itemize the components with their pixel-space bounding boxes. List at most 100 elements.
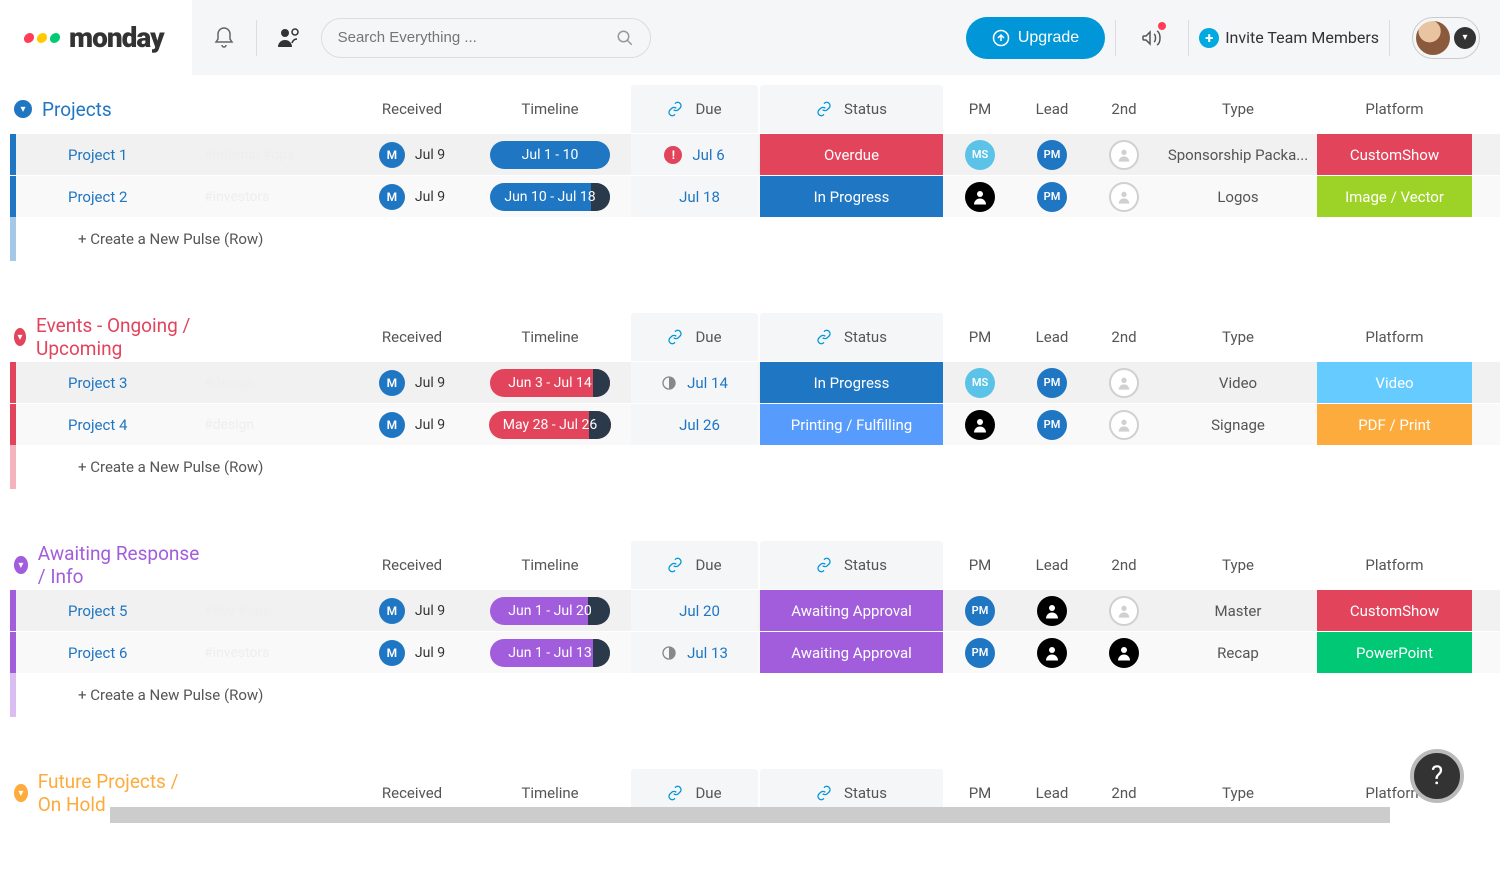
due-cell[interactable]: ! Jul 6: [631, 134, 758, 175]
pm-cell[interactable]: [945, 176, 1015, 217]
type-cell[interactable]: Recap: [1161, 632, 1315, 673]
lead-cell[interactable]: PM: [1017, 362, 1087, 403]
col-received[interactable]: Received: [354, 556, 470, 574]
upgrade-button[interactable]: Upgrade: [966, 17, 1105, 59]
group-toggle[interactable]: ▾ Events - Ongoing / Upcoming: [10, 314, 200, 360]
table-row[interactable]: Project 6 #investors M Jul 9 Jun 1 - Jul…: [10, 631, 1500, 673]
type-cell[interactable]: Sponsorship Packa...: [1161, 134, 1315, 175]
search-input[interactable]: [321, 18, 651, 58]
tags[interactable]: #investors: [200, 189, 354, 205]
people-icon[interactable]: [273, 22, 305, 54]
col-platform[interactable]: Platform: [1316, 556, 1473, 574]
col-received[interactable]: Received: [354, 328, 470, 346]
timeline-cell[interactable]: May 28 - Jul 26: [471, 404, 629, 445]
due-cell[interactable]: Jul 20: [631, 590, 758, 631]
col-2nd[interactable]: 2nd: [1088, 784, 1160, 802]
col-lead[interactable]: Lead: [1016, 784, 1088, 802]
type-cell[interactable]: Master: [1161, 590, 1315, 631]
platform-cell[interactable]: Video: [1317, 362, 1472, 403]
logo[interactable]: monday: [0, 0, 192, 75]
table-row[interactable]: Project 5 #dev #ops M Jul 9 Jun 1 - Jul …: [10, 589, 1500, 631]
received-cell[interactable]: M Jul 9: [354, 184, 470, 210]
status-cell[interactable]: In Progress: [760, 362, 943, 403]
col-pm[interactable]: PM: [944, 784, 1016, 802]
lead-cell[interactable]: [1017, 632, 1087, 673]
status-cell[interactable]: In Progress: [760, 176, 943, 217]
type-cell[interactable]: Logos: [1161, 176, 1315, 217]
pulse-name[interactable]: Project 2: [52, 188, 200, 206]
col-status[interactable]: Status: [760, 313, 943, 361]
col-type[interactable]: Type: [1160, 100, 1316, 118]
user-menu[interactable]: ▾: [1412, 17, 1480, 59]
received-cell[interactable]: M Jul 9: [354, 598, 470, 624]
status-cell[interactable]: Awaiting Approval: [760, 590, 943, 631]
platform-cell[interactable]: PDF / Print: [1317, 404, 1472, 445]
horizontal-scrollbar[interactable]: [110, 807, 1390, 823]
group-toggle[interactable]: ▾ Projects: [10, 98, 200, 121]
lead-cell[interactable]: [1017, 590, 1087, 631]
pm-cell[interactable]: MS: [945, 134, 1015, 175]
col-received[interactable]: Received: [354, 100, 470, 118]
timeline-cell[interactable]: Jun 3 - Jul 14: [471, 362, 629, 403]
tags[interactable]: #dev #ops: [200, 603, 354, 619]
status-cell[interactable]: Overdue: [760, 134, 943, 175]
col-pm[interactable]: PM: [944, 556, 1016, 574]
col-due[interactable]: Due: [631, 313, 758, 361]
lead-cell[interactable]: PM: [1017, 404, 1087, 445]
col-2nd[interactable]: 2nd: [1088, 328, 1160, 346]
second-cell[interactable]: [1089, 590, 1159, 631]
col-pm[interactable]: PM: [944, 328, 1016, 346]
tags[interactable]: #design: [200, 417, 354, 433]
type-cell[interactable]: Signage: [1161, 404, 1315, 445]
col-platform[interactable]: Platform: [1316, 328, 1473, 346]
status-cell[interactable]: Printing / Fulfilling: [760, 404, 943, 445]
col-timeline[interactable]: Timeline: [470, 784, 630, 802]
pulse-name[interactable]: Project 6: [52, 644, 200, 662]
col-status[interactable]: Status: [760, 85, 943, 133]
pulse-name[interactable]: Project 3: [52, 374, 200, 392]
pulse-name[interactable]: Project 1: [52, 146, 200, 164]
col-received[interactable]: Received: [354, 784, 470, 802]
received-cell[interactable]: M Jul 9: [354, 370, 470, 396]
due-cell[interactable]: Jul 18: [631, 176, 758, 217]
col-2nd[interactable]: 2nd: [1088, 556, 1160, 574]
new-pulse-row[interactable]: + Create a New Pulse (Row): [10, 217, 1500, 261]
second-cell[interactable]: [1089, 134, 1159, 175]
lead-cell[interactable]: PM: [1017, 176, 1087, 217]
bell-icon[interactable]: [208, 22, 240, 54]
pm-cell[interactable]: MS: [945, 362, 1015, 403]
pm-cell[interactable]: PM: [945, 632, 1015, 673]
col-type[interactable]: Type: [1160, 556, 1316, 574]
col-status[interactable]: Status: [760, 541, 943, 589]
platform-cell[interactable]: CustomShow: [1317, 590, 1472, 631]
second-cell[interactable]: [1089, 362, 1159, 403]
pm-cell[interactable]: [945, 404, 1015, 445]
table-row[interactable]: Project 4 #design M Jul 9 May 28 - Jul 2…: [10, 403, 1500, 445]
due-cell[interactable]: Jul 13: [631, 632, 758, 673]
lead-cell[interactable]: PM: [1017, 134, 1087, 175]
table-row[interactable]: Project 3 #design M Jul 9 Jun 3 - Jul 14…: [10, 361, 1500, 403]
platform-cell[interactable]: PowerPoint: [1317, 632, 1472, 673]
col-timeline[interactable]: Timeline: [470, 556, 630, 574]
type-cell[interactable]: Video: [1161, 362, 1315, 403]
col-pm[interactable]: PM: [944, 100, 1016, 118]
col-due[interactable]: Due: [631, 541, 758, 589]
platform-cell[interactable]: CustomShow: [1317, 134, 1472, 175]
help-button[interactable]: ?: [1410, 749, 1464, 803]
col-lead[interactable]: Lead: [1016, 556, 1088, 574]
announcements-icon[interactable]: [1136, 22, 1168, 54]
received-cell[interactable]: M Jul 9: [354, 640, 470, 666]
tags[interactable]: #internal #ops: [200, 147, 354, 163]
received-cell[interactable]: M Jul 9: [354, 142, 470, 168]
search-field[interactable]: [338, 29, 616, 46]
col-type[interactable]: Type: [1160, 328, 1316, 346]
pm-cell[interactable]: PM: [945, 590, 1015, 631]
col-lead[interactable]: Lead: [1016, 328, 1088, 346]
col-2nd[interactable]: 2nd: [1088, 100, 1160, 118]
platform-cell[interactable]: Image / Vector: [1317, 176, 1472, 217]
timeline-cell[interactable]: Jun 10 - Jul 18: [471, 176, 629, 217]
received-cell[interactable]: M Jul 9: [354, 412, 470, 438]
timeline-cell[interactable]: Jul 1 - 10: [471, 134, 629, 175]
col-lead[interactable]: Lead: [1016, 100, 1088, 118]
new-pulse-row[interactable]: + Create a New Pulse (Row): [10, 445, 1500, 489]
